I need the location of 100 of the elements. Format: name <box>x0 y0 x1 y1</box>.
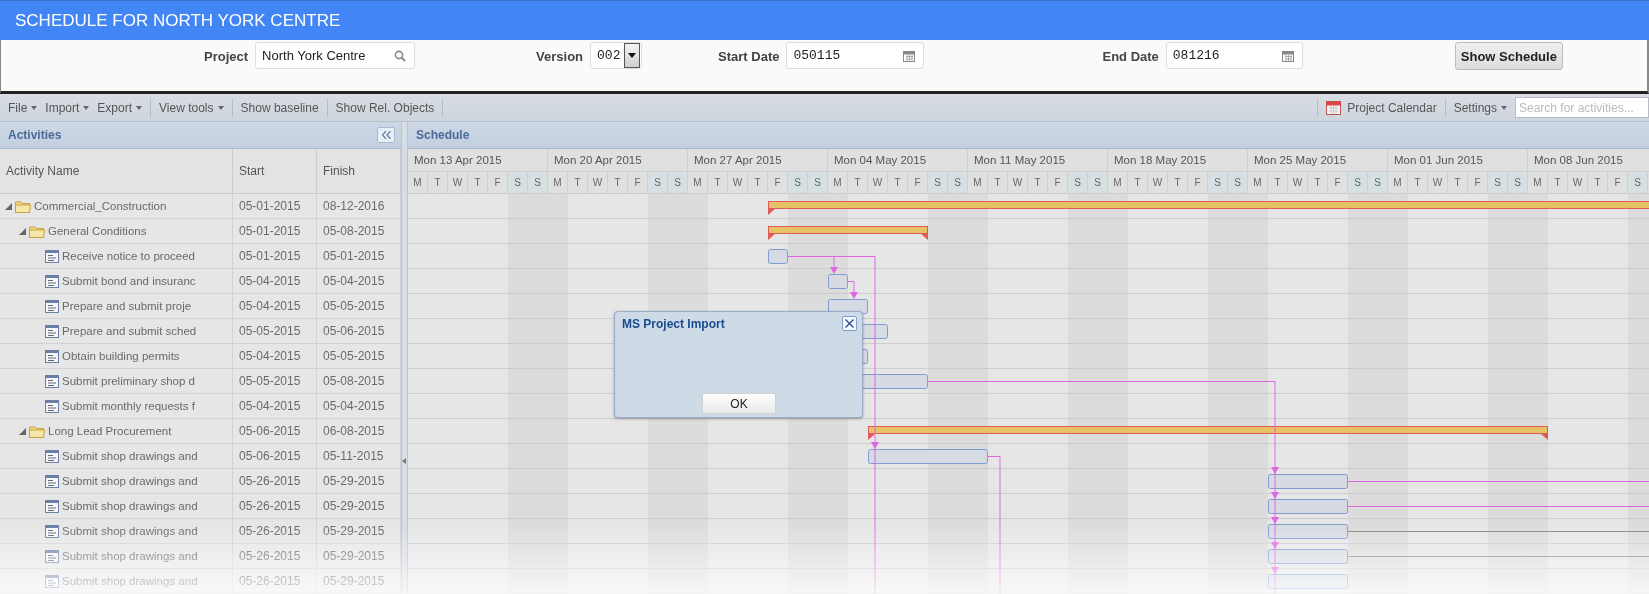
task-icon <box>45 524 59 538</box>
finish-date: 05-04-2015 <box>323 399 385 413</box>
project-field[interactable]: North York Centre <box>255 42 416 69</box>
activity-name: Submit shop drawings and <box>62 525 198 537</box>
summary-bar[interactable] <box>868 426 1548 440</box>
activity-name: Obtain building permits <box>62 350 180 362</box>
start-date: 05-06-2015 <box>239 424 301 438</box>
project-calendar-button[interactable]: Project Calendar <box>1322 96 1441 119</box>
close-button[interactable] <box>842 316 857 331</box>
task-bar[interactable] <box>1268 499 1348 514</box>
finish-date: 06-08-2015 <box>323 424 385 438</box>
settings-button[interactable]: Settings <box>1449 96 1511 119</box>
week-label: Mon 20 Apr 2015 <box>548 149 687 172</box>
folder-icon <box>15 199 31 213</box>
panel-title: Schedule <box>416 128 470 142</box>
day-label: W <box>728 171 748 193</box>
project-label: Project <box>204 49 249 64</box>
day-label: S <box>1628 171 1648 193</box>
start-date: 05-05-2015 <box>239 324 301 338</box>
day-label: T <box>1308 171 1328 193</box>
start-date-field[interactable]: 050115 <box>786 42 925 69</box>
start-date: 05-26-2015 <box>239 524 301 538</box>
day-label: M <box>688 171 708 193</box>
toolbar-button[interactable]: Show baseline <box>236 96 323 119</box>
day-label: W <box>588 171 608 193</box>
start-date: 05-26-2015 <box>239 499 301 513</box>
activity-name: Prepare and submit sched <box>62 325 197 337</box>
calendar-icon <box>1326 100 1342 115</box>
day-label: W <box>1428 171 1448 193</box>
activity-name: Long Lead Procurement <box>48 425 172 437</box>
summary-bar[interactable] <box>768 226 928 240</box>
finish-date: 05-29-2015 <box>323 474 385 488</box>
finish-date: 05-08-2015 <box>323 224 385 238</box>
task-bar[interactable] <box>828 274 848 289</box>
dialog-title: MS Project Import <box>622 317 725 331</box>
finish-date: 05-01-2015 <box>323 249 385 263</box>
folder-icon <box>29 224 45 238</box>
column-header[interactable]: Activity Name <box>0 149 233 193</box>
toolbar-button[interactable]: File <box>4 96 42 119</box>
week-label: Mon 13 Apr 2015 <box>408 149 547 172</box>
week-label: Mon 04 May 2015 <box>828 149 967 172</box>
finish-date: 05-29-2015 <box>323 499 385 513</box>
finish-date: 05-29-2015 <box>323 524 385 538</box>
dropdown-button[interactable] <box>624 43 641 68</box>
task-bar[interactable] <box>1268 524 1348 539</box>
activity-name: Submit monthly requests f <box>62 400 195 412</box>
toolbar-button[interactable]: Show Rel. Objects <box>331 96 439 119</box>
show-schedule-button[interactable]: Show Schedule <box>1454 42 1563 70</box>
calendar-icon <box>1281 49 1294 62</box>
end-date-field[interactable]: 081216 <box>1165 42 1303 69</box>
day-label: M <box>408 171 428 193</box>
finish-date: 05-06-2015 <box>323 324 385 338</box>
task-bar[interactable] <box>1268 474 1348 489</box>
toolbar-button[interactable]: View tools <box>155 96 228 119</box>
day-label: W <box>1568 171 1588 193</box>
summary-bar[interactable] <box>768 201 1649 215</box>
column-header[interactable]: Start <box>233 149 317 193</box>
splitter[interactable] <box>401 122 408 594</box>
expand-icon[interactable] <box>19 227 26 235</box>
day-label: S <box>1088 171 1108 193</box>
toolbar-button[interactable]: Export <box>93 96 147 119</box>
toolbar-button[interactable]: Import <box>41 96 94 119</box>
task-bar[interactable] <box>1268 574 1348 589</box>
task-bar[interactable] <box>768 249 788 264</box>
ok-button[interactable]: OK <box>702 393 776 414</box>
day-label: S <box>508 171 528 193</box>
start-date: 05-01-2015 <box>239 249 301 263</box>
day-label: S <box>1068 171 1088 193</box>
task-icon <box>45 549 59 563</box>
finish-date: 05-04-2015 <box>323 274 385 288</box>
activity-name: Submit shop drawings and <box>62 550 198 562</box>
expand-icon[interactable] <box>19 427 26 435</box>
task-icon <box>45 274 59 288</box>
version-select[interactable]: 002 <box>590 42 643 69</box>
task-icon <box>45 399 59 413</box>
day-label: S <box>948 171 968 193</box>
day-label: T <box>988 171 1008 193</box>
day-label: S <box>1348 171 1368 193</box>
day-label: T <box>468 171 488 193</box>
activity-name: Submit bond and insuranc <box>62 275 196 287</box>
search-field[interactable]: Search for activities... <box>1515 97 1649 118</box>
panel-title: Activities <box>8 128 62 142</box>
activity-name: Submit shop drawings and <box>62 500 198 512</box>
expand-icon[interactable] <box>5 202 12 210</box>
day-label: W <box>1148 171 1168 193</box>
day-label: M <box>1248 171 1268 193</box>
day-label: T <box>568 171 588 193</box>
day-label: T <box>1448 171 1468 193</box>
start-date: 05-01-2015 <box>239 199 301 213</box>
day-label: S <box>668 171 688 193</box>
start-date: 05-04-2015 <box>239 299 301 313</box>
day-label: S <box>1488 171 1508 193</box>
task-icon <box>45 299 59 313</box>
task-bar[interactable] <box>1268 549 1348 564</box>
collapse-button[interactable] <box>377 127 395 143</box>
day-label: M <box>548 171 568 193</box>
task-bar[interactable] <box>868 449 988 464</box>
finish-date: 05-29-2015 <box>323 549 385 563</box>
day-label: T <box>608 171 628 193</box>
day-label: W <box>1008 171 1028 193</box>
